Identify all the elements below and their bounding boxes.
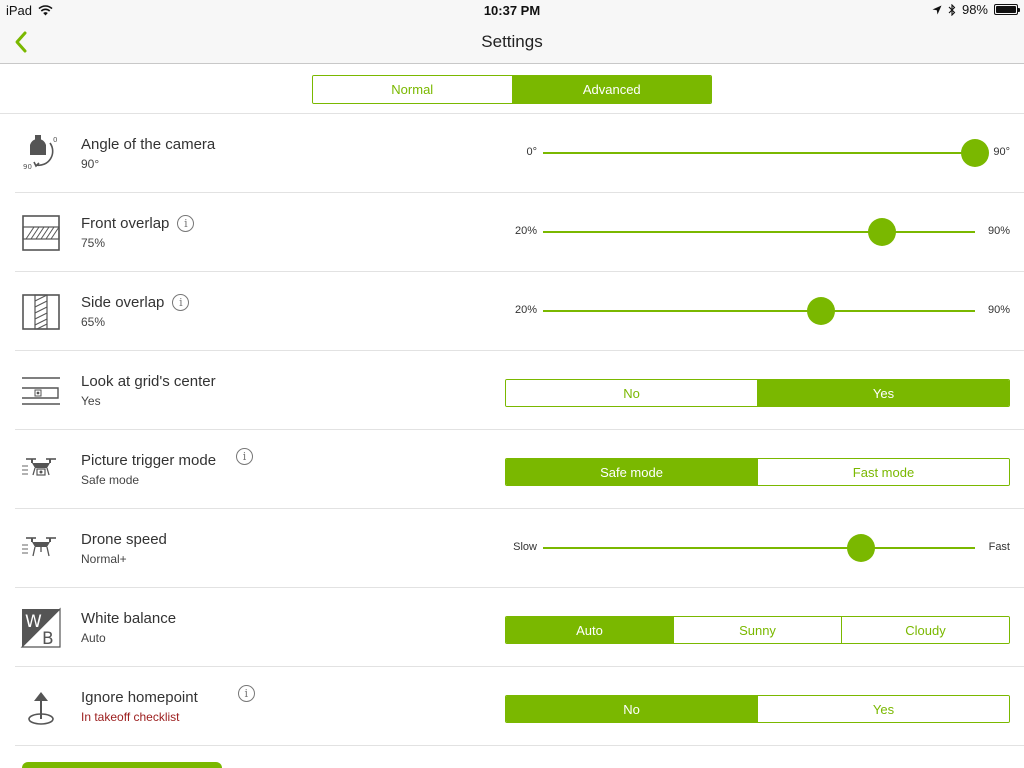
front-overlap-slider[interactable]: 20% 90% [505, 218, 1010, 246]
svg-text:W: W [25, 612, 42, 632]
info-icon[interactable]: i [172, 294, 190, 311]
drone-camera-icon [22, 458, 56, 476]
page-title: Settings [481, 32, 543, 51]
option-sunny[interactable]: Sunny [673, 617, 841, 643]
status-time: 10:37 PM [483, 3, 541, 18]
grid-center-segmented: No Yes [505, 379, 1010, 407]
option-yes[interactable]: Yes [757, 696, 1009, 722]
tab-advanced[interactable]: Advanced [511, 76, 711, 103]
drone-speed-label: Drone speed [81, 531, 167, 548]
camera-angle-slider[interactable]: 0° 90° [505, 139, 1010, 167]
slider-thumb[interactable] [868, 218, 897, 246]
bluetooth-icon [948, 3, 956, 16]
homepoint-value: In takeoff checklist [81, 710, 180, 724]
info-icon[interactable]: i [237, 685, 255, 702]
front-overlap-value: 75% [81, 236, 106, 250]
white-balance-label: White balance [81, 610, 177, 627]
grid-center-label: Look at grid's center [81, 373, 216, 390]
option-yes[interactable]: Yes [757, 380, 1009, 406]
slider-track[interactable] [543, 139, 989, 167]
setting-label: White balance [81, 610, 176, 627]
divider [15, 745, 1024, 746]
slider-min-label: 20% [514, 304, 537, 316]
slider-max-label: 90% [987, 304, 1010, 316]
camera-angle-label: Angle of the camera [81, 136, 216, 153]
option-no[interactable]: No [506, 380, 757, 406]
svg-text:B: B [42, 629, 54, 649]
status-right: 98% [932, 2, 1020, 17]
drone-speed-value: Normal+ [81, 552, 127, 566]
info-icon[interactable]: i [236, 448, 254, 465]
setting-label: Front overlap i [81, 215, 195, 232]
svg-text:0: 0 [53, 136, 57, 144]
setting-row-drone-speed: Drone speed Normal+ Slow Fast [0, 509, 1024, 588]
drone-speed-slider[interactable]: Slow Fast [505, 534, 1010, 562]
option-auto[interactable]: Auto [506, 617, 673, 643]
setting-row-trigger-mode: Picture trigger mode i Safe mode Safe mo… [0, 430, 1024, 509]
option-fast-mode[interactable]: Fast mode [757, 459, 1009, 485]
homepoint-label: Ignore homepoint [81, 689, 198, 706]
option-no[interactable]: No [506, 696, 757, 722]
option-safe-mode[interactable]: Safe mode [506, 459, 757, 485]
slider-min-label: 0° [526, 146, 537, 158]
side-overlap-slider[interactable]: 20% 90% [505, 297, 1010, 325]
drone-speed-icon [22, 537, 56, 557]
front-overlap-label: Front overlap [81, 215, 170, 232]
white-balance-value: Auto [81, 631, 106, 645]
slider-max-label: 90° [993, 146, 1010, 158]
trigger-mode-segmented: Safe mode Fast mode [505, 458, 1010, 486]
setting-label: Look at grid's center [81, 373, 216, 390]
white-balance-icon: W B [20, 607, 61, 649]
trigger-mode-label: Picture trigger mode [81, 452, 217, 469]
grid-center-icon [22, 377, 60, 405]
setting-row-front-overlap: Front overlap i 75% 20% 90% [0, 193, 1024, 272]
setting-row-white-balance: W B White balance Auto Auto Sunny Cloudy [0, 588, 1024, 667]
front-overlap-icon [22, 215, 60, 251]
slider-track[interactable] [543, 218, 975, 246]
battery-percent: 98% [961, 2, 988, 17]
setting-row-grid-center: Look at grid's center Yes No Yes [0, 351, 1024, 430]
setting-row-camera-angle: 0 90 Angle of the camera 90° 0° 90° [0, 114, 1024, 193]
location-arrow-icon [932, 5, 942, 14]
setting-row-homepoint: Ignore homepoint i In takeoff checklist … [0, 667, 1024, 746]
slider-thumb[interactable] [846, 534, 875, 562]
slider-track[interactable] [543, 297, 975, 325]
setting-label: Drone speed [81, 531, 167, 548]
nav-bar: Settings [0, 20, 1024, 64]
setting-label: Side overlap i [81, 294, 190, 311]
setting-label: Ignore homepoint i [81, 685, 255, 706]
slider-max-label: Fast [988, 541, 1010, 553]
camera-angle-value: 90° [81, 157, 100, 171]
slider-thumb[interactable] [806, 297, 835, 325]
side-overlap-icon [22, 294, 60, 330]
battery-icon [994, 4, 1020, 15]
slider-min-label: Slow [513, 541, 537, 553]
side-overlap-value: 65% [81, 315, 106, 329]
tab-normal[interactable]: Normal [313, 76, 512, 103]
svg-text:90: 90 [23, 163, 32, 171]
trigger-mode-value: Safe mode [81, 473, 140, 487]
setting-label: Angle of the camera [81, 136, 215, 153]
mode-tabs: Normal Advanced [312, 75, 712, 104]
option-cloudy[interactable]: Cloudy [841, 617, 1009, 643]
status-bar: iPad 10:37 PM 98% [0, 0, 1024, 20]
grid-center-value: Yes [81, 394, 101, 408]
white-balance-segmented: Auto Sunny Cloudy [505, 616, 1010, 644]
setting-row-side-overlap: Side overlap i 65% 20% 90% [0, 272, 1024, 351]
homepoint-icon [28, 692, 54, 725]
bottom-action-button[interactable] [22, 762, 222, 768]
info-icon[interactable]: i [177, 215, 195, 232]
side-overlap-label: Side overlap [81, 294, 165, 311]
slider-min-label: 20% [514, 225, 537, 237]
slider-track[interactable] [543, 534, 975, 562]
camera-gimbal-icon: 0 90 [23, 135, 57, 171]
setting-label: Picture trigger mode i [81, 448, 254, 469]
battery-fill [996, 6, 1016, 13]
slider-max-label: 90% [987, 225, 1010, 237]
homepoint-segmented: No Yes [505, 695, 1010, 723]
